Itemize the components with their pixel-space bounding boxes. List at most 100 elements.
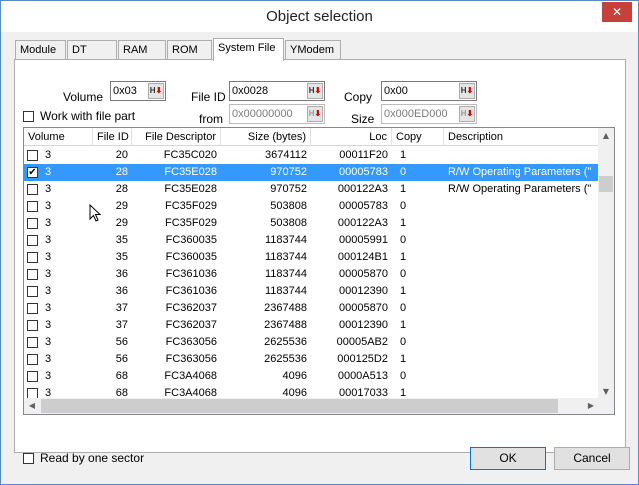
cell-loc: 00012390 [339,285,388,297]
cell-copy: 0 [400,166,407,178]
tab-dt[interactable]: DT [67,40,117,60]
from-label: from [199,112,223,126]
read-by-one-sector-label: Read by one sector [40,451,145,465]
scroll-left-arrow-icon[interactable]: ◀ [24,398,40,414]
table-row[interactable]: 3 29 FC35F029 503808 00005783 0 [24,198,599,215]
cell-loc: 000125D2 [337,353,388,365]
size-field[interactable]: 0x000ED000 H⬇ [381,104,477,124]
column-header-description[interactable]: Description [444,128,599,146]
cell-copy: 0 [400,268,407,280]
row-checkbox[interactable] [27,320,38,331]
cell-copy: 1 [400,183,407,195]
cell-descriptor: FC35F029 [165,217,217,229]
table-row[interactable]: 3 56 FC363056 2625536 00005AB2 0 [24,334,599,351]
tab-system-file[interactable]: System File [213,38,284,61]
fileid-label: File ID [191,90,226,104]
row-checkbox[interactable]: ✔ [27,167,38,178]
row-checkbox[interactable] [27,286,38,297]
column-header-copy[interactable]: Copy [392,128,444,146]
cell-description [444,266,599,283]
table-row[interactable]: 3 35 FC360035 1183744 000124B1 1 [24,249,599,266]
cell-file-id: 56 [115,353,128,365]
tab-ymodem[interactable]: YModem [285,40,341,60]
cell-volume: 3 [45,217,52,229]
object-selection-dialog: Object selection ✕ Module DT RAM ROM Sys… [0,0,639,485]
copy-hex-button[interactable]: H⬇ [459,83,475,99]
row-checkbox[interactable] [27,252,38,263]
cell-file-id: 20 [115,149,128,161]
from-field[interactable]: 0x00000000 H⬇ [229,104,325,124]
table-row[interactable]: 3 20 FC35C020 3674112 00011F20 1 [24,147,599,164]
row-checkbox[interactable] [27,354,38,365]
column-header-file-id[interactable]: File ID [93,128,132,146]
size-hex-button[interactable]: H⬇ [459,106,475,122]
table-row[interactable]: 3 35 FC360035 1183744 00005991 0 [24,232,599,249]
title-bar: Object selection ✕ [1,1,638,32]
table-row[interactable]: 3 37 FC362037 2367488 00012390 1 [24,317,599,334]
row-checkbox[interactable] [27,269,38,280]
column-header-loc[interactable]: Loc [311,128,392,146]
cell-volume: 3 [45,353,52,365]
cell-size: 2367488 [264,302,307,314]
close-button[interactable]: ✕ [602,2,632,22]
work-with-file-part-checkbox[interactable] [23,111,34,122]
cell-size: 3674112 [264,149,307,161]
cell-loc: 00005870 [339,302,388,314]
copy-field[interactable]: 0x00 H⬇ [381,81,477,101]
system-file-list[interactable]: Volume File ID File Descriptor Size (byt… [23,127,615,415]
tab-ram[interactable]: RAM [118,40,166,60]
work-with-file-part-label: Work with file part [40,109,136,123]
cell-volume: 3 [45,149,52,161]
scroll-right-arrow-icon[interactable]: ▶ [583,398,599,414]
from-hex-button[interactable]: H⬇ [307,106,323,122]
cell-loc: 00012390 [339,319,388,331]
cell-size: 2625536 [264,353,307,365]
scroll-up-arrow-icon[interactable]: ▲ [598,128,614,144]
cell-descriptor: FC362037 [165,302,217,314]
row-checkbox[interactable] [27,371,38,382]
cell-volume: 3 [45,285,52,297]
size-label: Size [351,112,375,126]
volume-hex-button[interactable]: H⬇ [148,83,164,99]
cell-file-id: 35 [115,251,128,263]
row-checkbox[interactable] [27,184,38,195]
table-row[interactable]: 3 36 FC361036 1183744 00005870 0 [24,266,599,283]
table-row[interactable]: 3 37 FC362037 2367488 00005870 0 [24,300,599,317]
cell-volume: 3 [45,183,52,195]
cell-loc: 000122A3 [337,217,388,229]
cell-size: 970752 [270,166,307,178]
cell-copy: 1 [400,217,407,229]
tab-rom[interactable]: ROM [167,40,212,60]
cell-volume: 3 [45,166,52,178]
row-checkbox[interactable] [27,235,38,246]
column-header-volume[interactable]: Volume [24,128,93,146]
table-row[interactable]: 3 68 FC3A4068 4096 0000A513 0 [24,368,599,385]
horizontal-scroll-thumb[interactable] [41,399,558,413]
column-header-size[interactable]: Size (bytes) [221,128,311,146]
table-row[interactable]: 3 56 FC363056 2625536 000125D2 1 [24,351,599,368]
column-header-file-descriptor[interactable]: File Descriptor [132,128,221,146]
row-checkbox[interactable] [27,337,38,348]
table-row[interactable]: 3 29 FC35F029 503808 000122A3 1 [24,215,599,232]
row-checkbox[interactable] [27,201,38,212]
table-row[interactable]: ✔ 3 28 FC35E028 970752 00005783 0 R/W Operating… [24,164,599,181]
fileid-hex-button[interactable]: H⬇ [307,83,323,99]
volume-value: 0x03 [113,85,137,97]
vertical-scrollbar[interactable]: ▲ ▼ [598,128,614,400]
row-checkbox[interactable] [27,150,38,161]
tab-module[interactable]: Module [15,40,66,60]
ok-button[interactable]: OK [470,447,546,470]
read-by-one-sector-checkbox[interactable] [23,453,34,464]
fileid-field[interactable]: 0x0028 H⬇ [229,81,325,101]
cell-copy: 0 [400,370,407,382]
table-row[interactable]: 3 36 FC361036 1183744 00012390 1 [24,283,599,300]
volume-field[interactable]: 0x03 H⬇ [110,81,166,101]
cancel-button[interactable]: Cancel [554,447,630,470]
horizontal-scrollbar[interactable]: ◀ ▶ [24,398,599,414]
row-checkbox[interactable] [27,218,38,229]
down-arrow-icon: ⬇ [466,86,474,95]
row-checkbox[interactable] [27,303,38,314]
vertical-scroll-thumb[interactable] [599,176,613,192]
table-row[interactable]: 3 28 FC35E028 970752 000122A3 1 R/W Operating … [24,181,599,198]
cell-size: 503808 [270,200,307,212]
